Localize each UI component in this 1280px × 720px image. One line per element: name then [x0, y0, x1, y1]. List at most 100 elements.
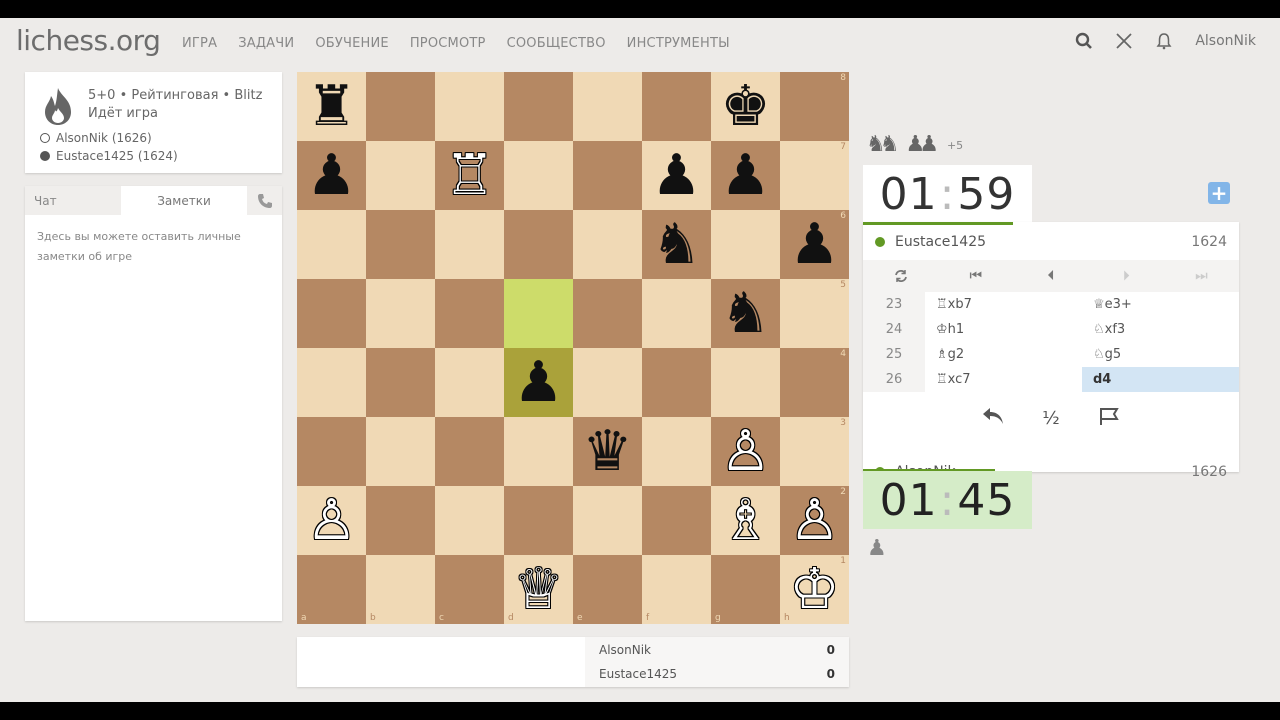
board-square-c4[interactable]: [435, 348, 504, 417]
board-square-b3[interactable]: [366, 417, 435, 486]
board-square-g3[interactable]: ♙: [711, 417, 780, 486]
chess-piece[interactable]: ♖: [444, 147, 494, 204]
white-move[interactable]: ♖xc7: [925, 367, 1082, 392]
offer-draw-button[interactable]: ½: [1038, 408, 1064, 429]
board-square-b7[interactable]: [366, 141, 435, 210]
board-square-g1[interactable]: g: [711, 555, 780, 624]
chess-piece[interactable]: ♕: [513, 561, 563, 618]
chess-piece[interactable]: ♟: [651, 147, 701, 204]
board-square-d6[interactable]: [504, 210, 573, 279]
board-square-g7[interactable]: ♟: [711, 141, 780, 210]
nav-puzzles[interactable]: ЗАДАЧИ: [238, 36, 294, 51]
board-square-a7[interactable]: ♟: [297, 141, 366, 210]
prev-move-button[interactable]: ⏴: [1013, 260, 1088, 292]
opponent-player[interactable]: Eustace1425 1624: [863, 227, 1239, 257]
board-square-h2[interactable]: ♙ 2: [780, 486, 849, 555]
white-move[interactable]: ♔h1: [925, 317, 1082, 342]
chess-piece[interactable]: ♞: [651, 216, 701, 273]
board-square-f8[interactable]: [642, 72, 711, 141]
chess-piece[interactable]: ♛: [582, 423, 632, 480]
last-move-button[interactable]: ⏭: [1164, 260, 1239, 292]
board-square-h8[interactable]: 8: [780, 72, 849, 141]
board-square-e1[interactable]: e: [573, 555, 642, 624]
board-square-h1[interactable]: ♔ 1 h: [780, 555, 849, 624]
board-square-h7[interactable]: 7: [780, 141, 849, 210]
board-square-a2[interactable]: ♙: [297, 486, 366, 555]
board-square-c1[interactable]: c: [435, 555, 504, 624]
board-square-f4[interactable]: [642, 348, 711, 417]
chess-piece[interactable]: ♙: [720, 423, 770, 480]
site-logo[interactable]: lichess.org: [16, 24, 161, 57]
white-move[interactable]: ♖xb7: [925, 292, 1082, 317]
tab-chat[interactable]: Чат: [25, 186, 121, 215]
board-square-g6[interactable]: [711, 210, 780, 279]
board-square-b4[interactable]: [366, 348, 435, 417]
chess-piece[interactable]: ♟: [720, 147, 770, 204]
board-square-h6[interactable]: ♟ 6: [780, 210, 849, 279]
board-square-e4[interactable]: [573, 348, 642, 417]
resign-button[interactable]: [1096, 406, 1122, 431]
chess-piece[interactable]: ♚: [720, 78, 770, 135]
board-square-a5[interactable]: [297, 279, 366, 348]
takeback-button[interactable]: [980, 406, 1006, 431]
board-square-c6[interactable]: [435, 210, 504, 279]
flip-board-button[interactable]: [863, 260, 938, 292]
black-move[interactable]: d4: [1082, 367, 1239, 392]
board-square-h5[interactable]: 5: [780, 279, 849, 348]
board-square-f3[interactable]: [642, 417, 711, 486]
board-square-c7[interactable]: ♖: [435, 141, 504, 210]
board-square-b5[interactable]: [366, 279, 435, 348]
board-square-e7[interactable]: [573, 141, 642, 210]
chess-piece[interactable]: ♙: [306, 492, 356, 549]
nav-learn[interactable]: ОБУЧЕНИЕ: [315, 36, 389, 51]
chess-piece[interactable]: ♗: [720, 492, 770, 549]
board-square-b8[interactable]: [366, 72, 435, 141]
board-square-c8[interactable]: [435, 72, 504, 141]
first-move-button[interactable]: ⏮: [938, 260, 1013, 292]
board-square-h4[interactable]: 4: [780, 348, 849, 417]
board-square-f6[interactable]: ♞: [642, 210, 711, 279]
white-move[interactable]: ♗g2: [925, 342, 1082, 367]
black-move[interactable]: ♕e3+: [1082, 292, 1239, 317]
next-move-button[interactable]: ⏵: [1089, 260, 1164, 292]
board-square-a4[interactable]: [297, 348, 366, 417]
board-square-d3[interactable]: [504, 417, 573, 486]
crosstable-row[interactable]: Eustace1425 0: [599, 667, 835, 681]
bell-icon[interactable]: [1155, 32, 1173, 50]
board-square-c3[interactable]: [435, 417, 504, 486]
search-icon[interactable]: [1075, 32, 1093, 50]
nav-tools[interactable]: ИНСТРУМЕНТЫ: [627, 36, 730, 51]
notes-textarea[interactable]: Здесь вы можете оставить личные заметки …: [25, 215, 282, 279]
chess-piece[interactable]: ♔: [789, 561, 839, 618]
board-square-a6[interactable]: [297, 210, 366, 279]
chess-piece[interactable]: ♟: [306, 147, 356, 204]
board-square-a8[interactable]: ♜: [297, 72, 366, 141]
tab-notes[interactable]: Заметки: [121, 186, 247, 215]
black-move[interactable]: ♘xf3: [1082, 317, 1239, 342]
chess-piece[interactable]: ♙: [789, 492, 839, 549]
board-square-a3[interactable]: [297, 417, 366, 486]
user-menu[interactable]: AlsonNik: [1195, 33, 1256, 49]
board-square-g8[interactable]: ♚: [711, 72, 780, 141]
board-square-c5[interactable]: [435, 279, 504, 348]
board-square-a1[interactable]: a: [297, 555, 366, 624]
nav-play[interactable]: ИГРА: [182, 36, 217, 51]
board-square-e8[interactable]: [573, 72, 642, 141]
board-square-b2[interactable]: [366, 486, 435, 555]
board-square-e2[interactable]: [573, 486, 642, 555]
board-square-d4[interactable]: ♟: [504, 348, 573, 417]
nav-watch[interactable]: ПРОСМОТР: [410, 36, 486, 51]
chess-piece[interactable]: ♟: [789, 216, 839, 273]
chess-piece[interactable]: ♞: [720, 285, 770, 342]
board-square-g4[interactable]: [711, 348, 780, 417]
board-square-d1[interactable]: ♕ d: [504, 555, 573, 624]
tab-voice[interactable]: [247, 186, 282, 215]
board-square-b6[interactable]: [366, 210, 435, 279]
black-player-row[interactable]: Eustace1425 (1624): [40, 149, 178, 163]
board-square-b1[interactable]: b: [366, 555, 435, 624]
board-square-d5[interactable]: [504, 279, 573, 348]
add-time-button[interactable]: +: [1208, 182, 1230, 204]
board-square-h3[interactable]: 3: [780, 417, 849, 486]
board-square-f5[interactable]: [642, 279, 711, 348]
board-square-f2[interactable]: [642, 486, 711, 555]
